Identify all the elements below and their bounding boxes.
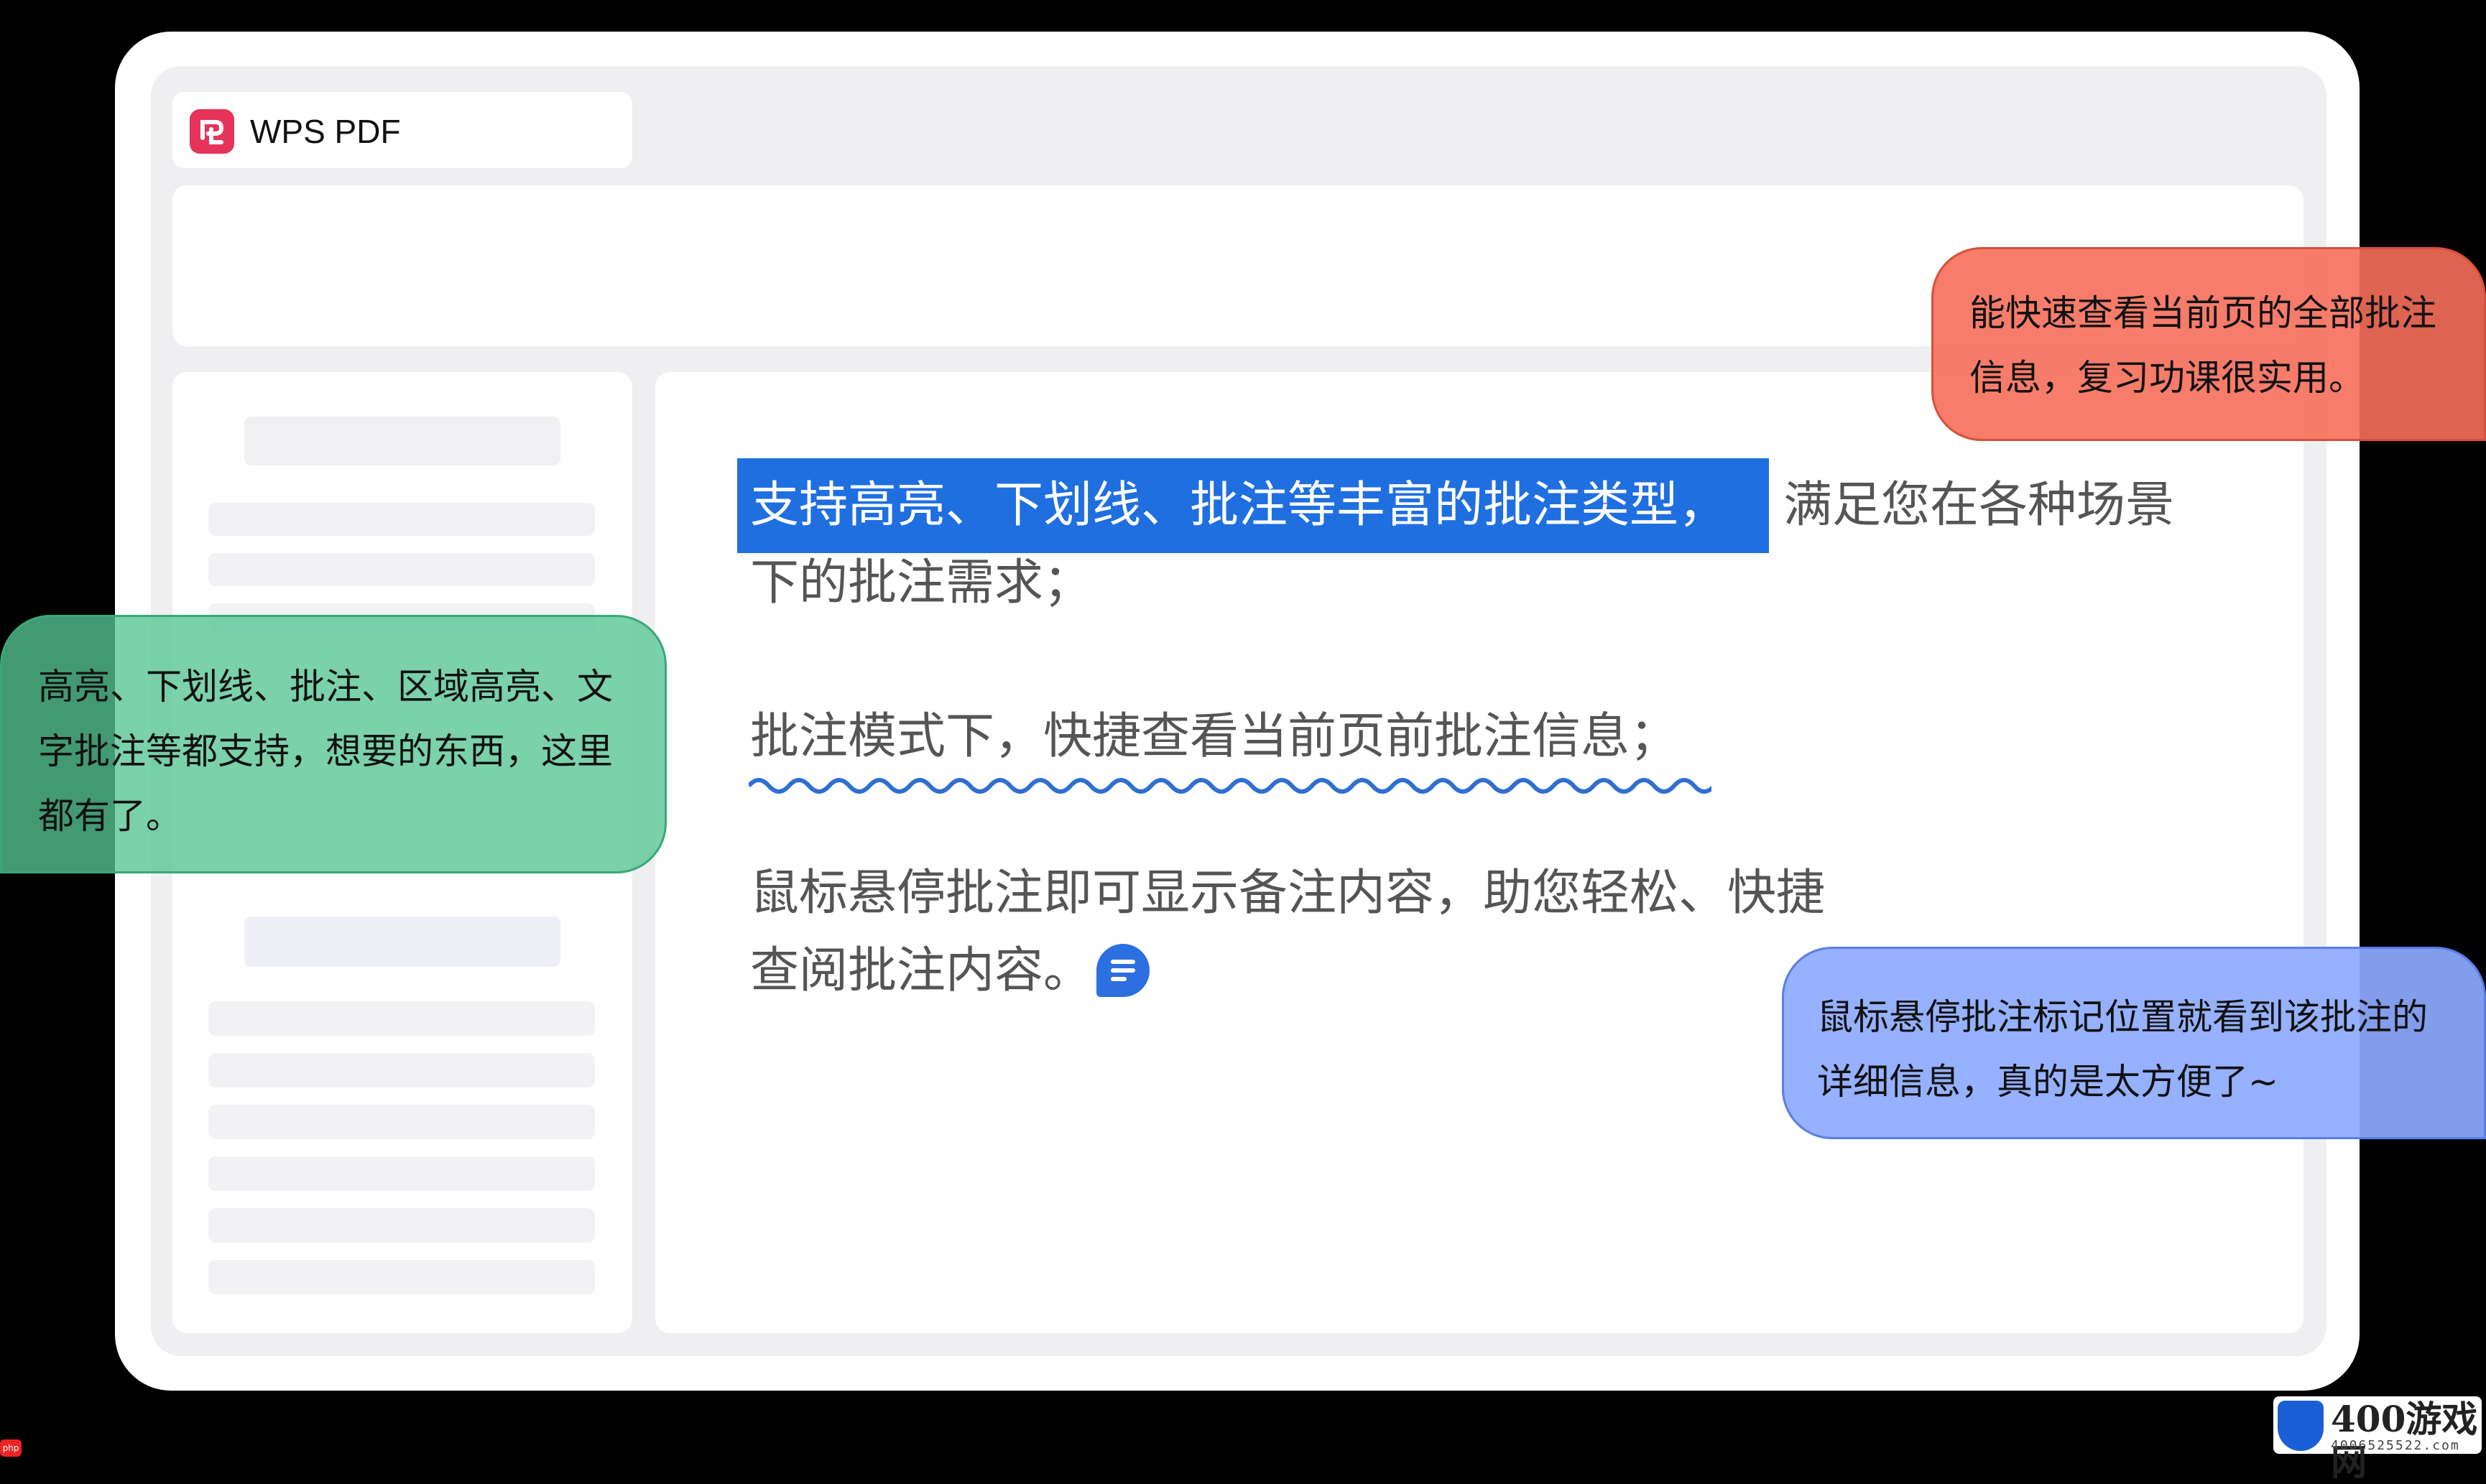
callout-text: 鼠标悬停批注标记位置就看到该批注的 [1817,996,2428,1038]
callout-red: 能快速查看当前页的全部批注 信息，复习功课很实用。 [1931,247,2486,441]
comment-icon[interactable] [1096,944,1150,997]
watermark-subtitle: 4006525522.com [2331,1438,2460,1453]
callout-green: 高亮、下划线、批注、区域高亮、文 字批注等都支持，想要的东西，这里 都有了。 [0,615,667,873]
callout-text: 高亮、下划线、批注、区域高亮、文 [38,666,613,708]
sidebar-skeleton-row [208,1001,595,1036]
callout-blue: 鼠标悬停批注标记位置就看到该批注的 详细信息，真的是太方便了~ [1782,947,2486,1139]
sidebar-skeleton-row [208,1105,595,1139]
doc-text-line: 下的批注需求； [750,555,1093,611]
sidebar-skeleton-row [208,553,595,586]
sidebar-skeleton-row [208,1208,595,1243]
underlined-text[interactable]: 批注模式下，快捷查看当前页前批注信息； [750,702,1678,771]
corner-mark: php [0,1439,22,1457]
sidebar-skeleton-row [208,1053,595,1088]
highlighted-text[interactable]: 支持高亮、下划线、批注等丰富的批注类型， [750,471,1727,540]
doc-text-line: 鼠标悬停批注即可显示备注内容，助您轻松、快捷 [750,865,1826,922]
app-name: WPS PDF [250,113,401,150]
callout-text: 字批注等都支持，想要的东西，这里 [38,731,613,772]
callout-text: 都有了。 [38,795,182,837]
watermark-logo-icon [2278,1401,2324,1451]
sidebar-skeleton-row [208,1260,595,1294]
wavy-underline [749,778,1711,794]
doc-text-line: 满足您在各种场景 [1783,477,2175,534]
callout-text: 能快速查看当前页的全部批注 [1969,292,2436,334]
callout-text: 详细信息，真的是太方便了~ [1817,1061,2278,1103]
doc-text-line: 查阅批注内容。 [750,942,1093,999]
app-tab[interactable] [172,92,632,168]
wps-pdf-logo-icon [190,109,234,154]
callout-text: 信息，复习功课很实用。 [1969,357,2365,399]
sidebar-skeleton-row [208,1156,595,1191]
sidebar-skeleton-header [244,917,560,967]
sidebar-skeleton-header [244,417,560,465]
sidebar-skeleton-row [208,503,595,536]
